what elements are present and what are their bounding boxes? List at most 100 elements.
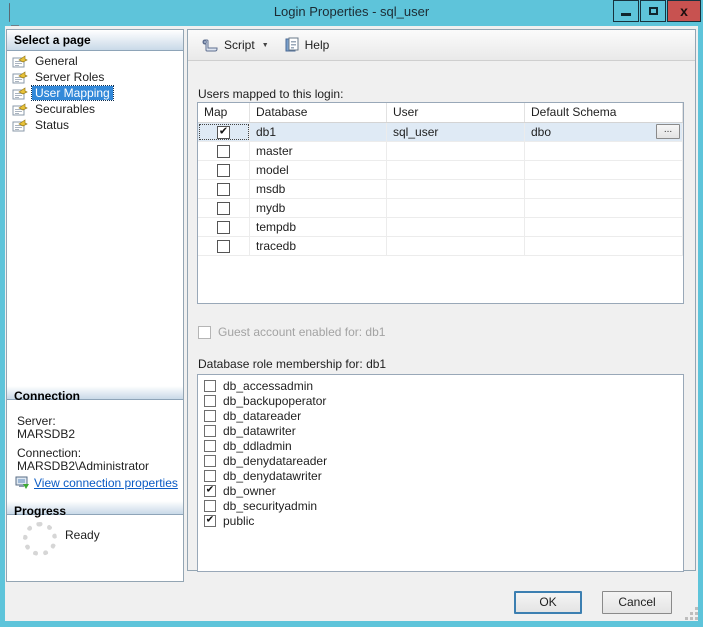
role-item[interactable]: db_datareader bbox=[198, 408, 683, 423]
column-header[interactable]: Map bbox=[198, 103, 250, 122]
map-cell bbox=[198, 142, 250, 160]
view-connection-properties-link[interactable]: View connection properties bbox=[15, 476, 178, 490]
role-name: db_securityadmin bbox=[223, 498, 318, 513]
default-schema-cell bbox=[525, 161, 683, 179]
map-cell bbox=[198, 199, 250, 217]
maximize-button[interactable] bbox=[640, 0, 666, 22]
guest-account-label: Guest account enabled for: db1 bbox=[218, 325, 386, 339]
role-item[interactable]: db_accessadmin bbox=[198, 378, 683, 393]
sidebar-page-label: General bbox=[35, 54, 78, 68]
default-schema-cell bbox=[525, 218, 683, 236]
map-cell bbox=[198, 218, 250, 236]
table-row[interactable]: model bbox=[198, 161, 683, 180]
ok-button[interactable]: OK bbox=[514, 591, 582, 614]
column-header[interactable]: User bbox=[387, 103, 525, 122]
close-button[interactable]: x bbox=[667, 0, 701, 22]
default-schema-cell bbox=[525, 180, 683, 198]
role-name: db_denydatareader bbox=[223, 453, 328, 468]
role-checkbox[interactable] bbox=[204, 439, 216, 452]
script-dropdown-icon[interactable]: ▼ bbox=[262, 42, 269, 49]
role-checkbox[interactable] bbox=[204, 394, 216, 407]
checkmark-icon: ✔ bbox=[218, 125, 229, 137]
role-item[interactable]: db_denydatareader bbox=[198, 453, 683, 468]
role-item[interactable]: db_denydatawriter bbox=[198, 468, 683, 483]
page-icon bbox=[12, 102, 28, 116]
role-checkbox[interactable] bbox=[204, 454, 216, 467]
progress-spinner-icon bbox=[23, 522, 57, 556]
map-checkbox[interactable] bbox=[217, 220, 230, 234]
database-cell: msdb bbox=[250, 180, 387, 198]
map-checkbox[interactable]: ✔ bbox=[217, 125, 230, 139]
map-checkbox[interactable] bbox=[217, 239, 230, 253]
script-label: Script bbox=[224, 38, 255, 52]
map-checkbox[interactable] bbox=[217, 182, 230, 196]
column-header[interactable]: Default Schema bbox=[525, 103, 683, 122]
default-schema-cell bbox=[525, 199, 683, 217]
table-row[interactable]: mydb bbox=[198, 199, 683, 218]
role-item[interactable]: ✔ db_owner bbox=[198, 483, 683, 498]
table-row[interactable]: msdb bbox=[198, 180, 683, 199]
database-cell: tracedb bbox=[250, 237, 387, 255]
user-cell bbox=[387, 180, 525, 198]
user-cell bbox=[387, 161, 525, 179]
role-name: db_denydatawriter bbox=[223, 468, 322, 483]
map-checkbox[interactable] bbox=[217, 163, 230, 177]
table-row[interactable]: master bbox=[198, 142, 683, 161]
connection-value: MARSDB2\Administrator bbox=[17, 459, 150, 473]
role-item[interactable]: db_datawriter bbox=[198, 423, 683, 438]
toolbar: Script ▼ Help bbox=[188, 30, 695, 61]
role-item[interactable]: db_backupoperator bbox=[198, 393, 683, 408]
help-button[interactable]: Help bbox=[280, 34, 335, 56]
role-item[interactable]: db_securityadmin bbox=[198, 498, 683, 513]
role-item[interactable]: db_ddladmin bbox=[198, 438, 683, 453]
titlebar[interactable]: Login Properties - sql_user x bbox=[0, 0, 703, 50]
page-icon bbox=[12, 54, 28, 68]
main-panel: Script ▼ Help Users mapped to this login… bbox=[187, 29, 696, 572]
checkmark-icon: ✔ bbox=[205, 514, 215, 526]
column-header[interactable]: Database bbox=[250, 103, 387, 122]
minimize-icon bbox=[621, 12, 631, 16]
users-mapped-label: Users mapped to this login: bbox=[198, 87, 344, 101]
connection-label: Connection: bbox=[17, 446, 82, 460]
table-header-row: Map Database User Default Schema bbox=[198, 103, 683, 123]
table-row[interactable]: tempdb bbox=[198, 218, 683, 237]
role-name: public bbox=[223, 513, 255, 528]
user-cell bbox=[387, 199, 525, 217]
map-checkbox[interactable] bbox=[217, 144, 230, 158]
role-name: db_datareader bbox=[223, 408, 302, 423]
script-button[interactable]: Script ▼ bbox=[197, 34, 274, 56]
window-title: Login Properties - sql_user bbox=[273, 4, 430, 19]
role-item[interactable]: ✔ public bbox=[198, 513, 683, 528]
sidebar-page-item[interactable]: Securables bbox=[7, 101, 183, 117]
sidebar-page-label: Status bbox=[35, 118, 70, 132]
sidebar-page-item[interactable]: Server Roles bbox=[7, 69, 183, 85]
role-checkbox[interactable] bbox=[204, 499, 216, 512]
guest-account-row: Guest account enabled for: db1 bbox=[198, 325, 385, 339]
cancel-button[interactable]: Cancel bbox=[602, 591, 672, 614]
minimize-button[interactable] bbox=[613, 0, 639, 22]
role-checkbox[interactable] bbox=[204, 469, 216, 482]
user-cell bbox=[387, 237, 525, 255]
maximize-icon bbox=[648, 7, 658, 15]
resize-grip[interactable] bbox=[684, 606, 698, 620]
sidebar-page-item[interactable]: Status bbox=[7, 117, 183, 133]
role-checkbox[interactable]: ✔ bbox=[204, 484, 216, 497]
checkmark-icon: ✔ bbox=[205, 484, 215, 496]
sidebar-page-item[interactable]: User Mapping bbox=[7, 85, 183, 101]
role-checkbox[interactable]: ✔ bbox=[204, 514, 216, 527]
role-name: db_owner bbox=[223, 483, 276, 498]
role-membership-list: db_accessadmin db_backupoperator db_data… bbox=[197, 374, 684, 572]
table-row[interactable]: ✔ db1 sql_user dbo ... bbox=[198, 123, 683, 142]
role-checkbox[interactable] bbox=[204, 409, 216, 422]
default-schema-cell bbox=[525, 142, 683, 160]
table-row[interactable]: tracedb bbox=[198, 237, 683, 256]
schema-browse-button[interactable]: ... bbox=[656, 124, 680, 139]
role-membership-label: Database role membership for: db1 bbox=[198, 357, 387, 371]
script-icon bbox=[202, 39, 218, 52]
role-checkbox[interactable] bbox=[204, 424, 216, 437]
map-cell bbox=[198, 237, 250, 255]
user-mapping-table: Map Database User Default Schema ✔ db1 sql_… bbox=[197, 102, 684, 304]
map-checkbox[interactable] bbox=[217, 201, 230, 215]
sidebar-page-item[interactable]: General bbox=[7, 53, 183, 69]
role-checkbox[interactable] bbox=[204, 379, 216, 392]
